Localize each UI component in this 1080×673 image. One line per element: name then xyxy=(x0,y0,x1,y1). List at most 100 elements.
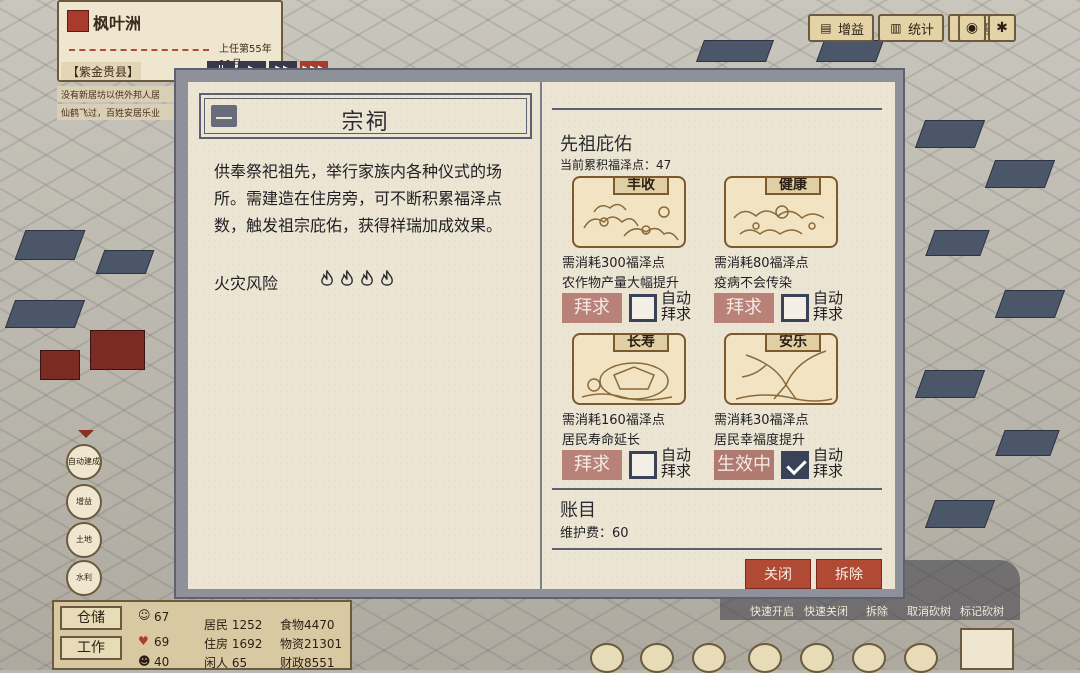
map-house xyxy=(995,430,1060,456)
map-temple xyxy=(90,330,145,370)
building-title: 宗祠 xyxy=(341,110,390,135)
blessing-longevity: 长寿 需消耗160福泽点 居民寿命延长 拜求 自动拜求 xyxy=(562,333,722,483)
blessing-name: 健康 xyxy=(765,178,821,195)
city-name: 枫叶洲 xyxy=(93,14,142,33)
harvest-image: 丰收 xyxy=(572,176,686,248)
upkeep-cost: 维护费：60 xyxy=(560,526,629,541)
building-info-page: 宗祠 供奉祭祀祖先，举行家族内各种仪式的场所。需建造在住房旁，可不断积累福泽点数… xyxy=(188,82,540,589)
blessing-name: 长寿 xyxy=(613,335,669,352)
food-stat: 食物4470 xyxy=(280,618,335,632)
auto-pray-checkbox[interactable] xyxy=(629,451,657,479)
blessing-effect: 居民寿命延长 xyxy=(562,433,641,448)
labor-icon: ☻ xyxy=(138,654,151,668)
fire-risk-indicator xyxy=(318,270,396,288)
blessing-effect: 疫病不会传染 xyxy=(714,276,793,291)
map-house xyxy=(4,300,86,328)
housing-stat: 住房 1692 xyxy=(204,637,263,651)
pray-button[interactable]: 拜求 xyxy=(562,293,622,323)
auto-pray-label: 自动拜求 xyxy=(661,289,692,323)
heart-icon: ♥ xyxy=(138,634,149,648)
notice-item[interactable]: 仙鹤飞过，百姓安居乐业 xyxy=(57,104,177,120)
eye-icon: ◉ xyxy=(965,20,979,36)
quick-demolish-button[interactable]: 拆除 xyxy=(866,603,888,619)
close-button[interactable]: 关闭 xyxy=(745,559,811,589)
gain-label: 增益 xyxy=(837,22,864,38)
mark-tree-cut-button[interactable]: 标记砍树 xyxy=(960,603,1004,619)
build-category-icon[interactable] xyxy=(692,643,726,673)
idle-stat: 闲人 65 xyxy=(204,656,248,670)
visibility-toggle[interactable]: ◉ xyxy=(958,14,986,42)
flame-icon xyxy=(341,270,353,286)
divider xyxy=(552,108,882,110)
map-house xyxy=(994,290,1066,318)
build-category-icon[interactable] xyxy=(800,643,834,673)
water-button[interactable]: 水利 xyxy=(66,560,102,596)
notice-item[interactable]: 没有新居坊以供外邦人居 xyxy=(57,86,177,102)
build-house-icon[interactable] xyxy=(960,628,1014,670)
build-category-icon[interactable] xyxy=(748,643,782,673)
fire-risk-label: 火灾风险 xyxy=(214,274,279,293)
blessing-name: 安乐 xyxy=(765,335,821,352)
blessing-page: 先祖庇佑 当前累积福泽点：47 丰收 需消耗300福泽点 农作物产量大幅提升 拜… xyxy=(542,82,895,589)
flame-icon xyxy=(381,270,393,286)
auto-pray-label: 自动拜求 xyxy=(661,446,692,480)
build-category-icon[interactable] xyxy=(904,643,938,673)
city-seal-icon xyxy=(67,10,89,32)
stats-button[interactable]: ▥ 统计 xyxy=(877,14,944,42)
gain-icon: ▤ xyxy=(820,21,832,35)
cancel-tree-cut-button[interactable]: 取消砍树 xyxy=(907,603,951,619)
map-house xyxy=(695,40,775,62)
side-gain-button[interactable]: 增益 xyxy=(66,484,102,520)
blessing-cost: 需消耗80福泽点 xyxy=(714,256,809,271)
blessing-section-title: 先祖庇佑 xyxy=(560,134,632,155)
storage-button[interactable]: 仓储 xyxy=(60,606,122,630)
flame-icon xyxy=(321,270,333,286)
work-button[interactable]: 工作 xyxy=(60,636,122,660)
blessing-health: 健康 需消耗80福泽点 疫病不会传染 拜求 自动拜求 xyxy=(714,176,874,326)
map-house xyxy=(924,500,996,528)
active-status-button[interactable]: 生效中 xyxy=(714,450,774,480)
land-button[interactable]: 土地 xyxy=(66,522,102,558)
auto-pray-checkbox[interactable] xyxy=(781,294,809,322)
settings-button[interactable]: ✱ xyxy=(988,14,1016,42)
map-house xyxy=(14,230,86,260)
finance-stat: 财政8551 xyxy=(280,656,335,670)
blessing-cost: 需消耗300福泽点 xyxy=(562,256,665,271)
pray-button[interactable]: 拜求 xyxy=(714,293,774,323)
quick-close-button[interactable]: 快速关闭 xyxy=(804,603,848,619)
title-box: 宗祠 xyxy=(199,93,532,139)
blessing-harvest: 丰收 需消耗300福泽点 农作物产量大幅提升 拜求 自动拜求 xyxy=(562,176,722,326)
pray-button[interactable]: 拜求 xyxy=(562,450,622,480)
stats-label: 统计 xyxy=(907,22,934,38)
longevity-image: 长寿 xyxy=(572,333,686,405)
build-category-icon[interactable] xyxy=(640,643,674,673)
map-temple xyxy=(40,350,80,380)
flame-icon xyxy=(361,270,373,286)
blessing-cost: 需消耗30福泽点 xyxy=(714,413,809,428)
stats-icon: ▥ xyxy=(890,21,902,35)
county-label: 【紫金贵县】 xyxy=(61,62,141,80)
building-description: 供奉祭祀祖先，举行家族内各种仪式的场所。需建造在住房旁，可不断积累福泽点数，触发… xyxy=(214,162,503,235)
divider xyxy=(552,548,882,550)
build-category-icon[interactable] xyxy=(590,643,624,673)
build-category-icon[interactable] xyxy=(852,643,886,673)
quick-open-button[interactable]: 快速开启 xyxy=(750,603,794,619)
map-house xyxy=(914,120,986,148)
gain-button[interactable]: ▤ 增益 xyxy=(807,14,874,42)
peace-image: 安乐 xyxy=(724,333,838,405)
happy-icon: ☺ xyxy=(138,608,151,622)
residents-stat: 居民 1252 xyxy=(204,618,263,632)
auto-pray-checkbox[interactable] xyxy=(781,451,809,479)
auto-build-button[interactable]: 自动建成 xyxy=(66,444,102,480)
divider xyxy=(552,488,882,490)
demolish-button[interactable]: 拆除 xyxy=(816,559,882,589)
goods-stat: 物资21301 xyxy=(280,637,343,651)
health-image: 健康 xyxy=(724,176,838,248)
map-house xyxy=(914,370,986,398)
collapse-arrow-icon[interactable] xyxy=(78,430,94,438)
blessing-points: 当前累积福泽点：47 xyxy=(560,158,672,172)
stats-panel: 仓储 工作 ☺ 67 ♥ 69 ☻ 40 居民 1252 住房 1692 闲人 … xyxy=(52,600,352,670)
map-house xyxy=(815,40,885,62)
auto-pray-checkbox[interactable] xyxy=(629,294,657,322)
health-value: 69 xyxy=(154,635,170,649)
